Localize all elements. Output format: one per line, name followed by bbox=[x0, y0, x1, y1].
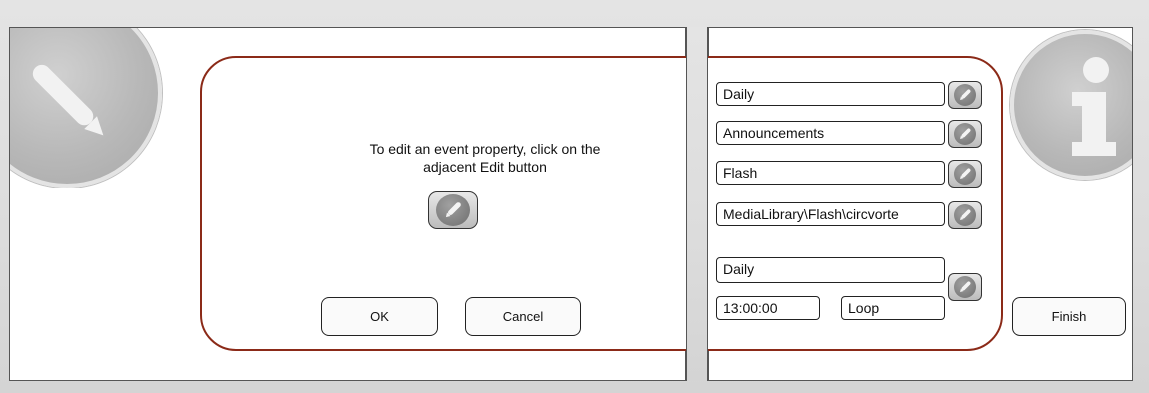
edit-media-type-button[interactable] bbox=[948, 160, 982, 188]
panel-gap bbox=[686, 27, 708, 381]
media-type-field[interactable]: Flash bbox=[716, 161, 945, 185]
pencil-icon bbox=[436, 194, 470, 226]
pencil-icon bbox=[954, 163, 976, 185]
edit-schedule-button[interactable] bbox=[948, 273, 982, 301]
info-badge bbox=[1000, 28, 1132, 188]
ok-button[interactable]: OK bbox=[321, 297, 438, 336]
edit-category-button[interactable] bbox=[948, 120, 982, 148]
media-path-field[interactable]: MediaLibrary\Flash\circvorte bbox=[716, 202, 945, 226]
pencil-icon bbox=[10, 28, 162, 188]
edit-button-main[interactable] bbox=[428, 191, 478, 229]
finish-button[interactable]: Finish bbox=[1012, 297, 1126, 336]
edit-recurrence-button[interactable] bbox=[948, 81, 982, 109]
play-mode-field[interactable]: Loop bbox=[841, 296, 945, 320]
schedule-frequency-field[interactable]: Daily bbox=[716, 257, 945, 283]
pencil-icon bbox=[954, 84, 976, 106]
recurrence-field[interactable]: Daily bbox=[716, 82, 945, 106]
cancel-button[interactable]: Cancel bbox=[465, 297, 581, 336]
pencil-badge bbox=[10, 28, 170, 188]
category-field[interactable]: Announcements bbox=[716, 121, 945, 145]
instruction-text: To edit an event property, click on the … bbox=[369, 141, 601, 175]
edit-media-path-button[interactable] bbox=[948, 201, 982, 229]
info-icon bbox=[1010, 30, 1132, 180]
start-time-field[interactable]: 13:00:00 bbox=[716, 296, 820, 320]
pencil-icon bbox=[954, 123, 976, 145]
pencil-icon bbox=[954, 204, 976, 226]
pencil-icon bbox=[954, 276, 976, 298]
